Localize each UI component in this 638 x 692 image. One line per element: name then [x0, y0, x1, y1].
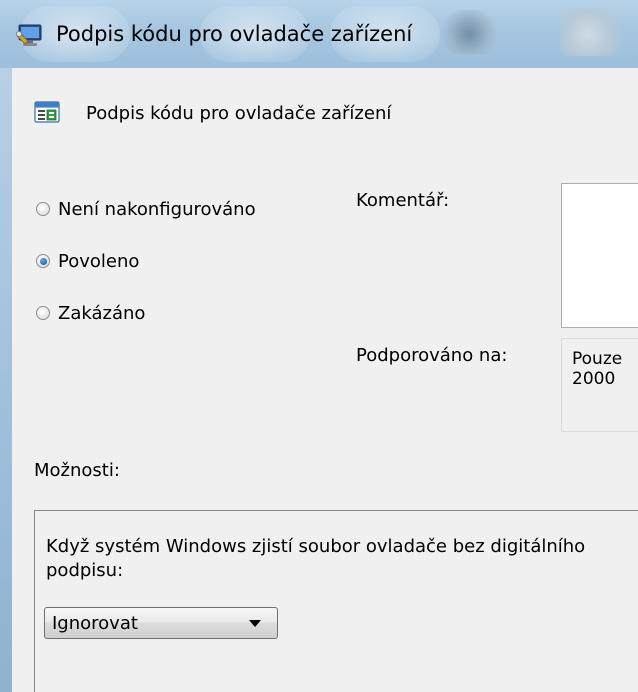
policy-setting-window: Podpis kódu pro ovladače zařízení Podpis…: [0, 0, 638, 692]
window-frame-left: [0, 68, 12, 692]
window-title: Podpis kódu pro ovladače zařízení: [56, 22, 413, 46]
radio-button[interactable]: [36, 306, 50, 320]
comment-label: Komentář:: [356, 190, 450, 211]
options-panel: Když systém Windows zjistí soubor ovlada…: [34, 510, 638, 692]
taskbar-thumbnail: [560, 8, 630, 56]
dialog-body: Podpis kódu pro ovladače zařízení Není n…: [12, 68, 638, 692]
radio-label: Není nakonfigurováno: [58, 198, 256, 220]
taskbar-thumbnail: [440, 10, 498, 54]
title-bar[interactable]: Podpis kódu pro ovladače zařízení: [0, 0, 638, 69]
radio-label: Zakázáno: [58, 302, 146, 324]
radio-not-configured[interactable]: Není nakonfigurováno: [36, 196, 256, 222]
setting-title: Podpis kódu pro ovladače zařízení: [86, 103, 392, 124]
options-description: Když systém Windows zjistí soubor ovlada…: [46, 536, 586, 581]
radio-enabled[interactable]: Povoleno: [36, 248, 139, 274]
dropdown-value: Ignorovat: [52, 612, 138, 634]
monitor-wrench-icon: [16, 24, 42, 46]
options-label: Možnosti:: [34, 460, 120, 481]
radio-button[interactable]: [36, 202, 50, 216]
radio-label: Povoleno: [58, 250, 140, 272]
radio-button[interactable]: [36, 254, 50, 268]
supported-on-field[interactable]: Pouze 2000: [561, 338, 638, 432]
supported-on-label: Podporováno na:: [356, 345, 508, 366]
policy-settings-icon: [34, 101, 60, 123]
chevron-down-icon[interactable]: [249, 619, 261, 627]
comment-field[interactable]: [561, 183, 638, 328]
unsigned-driver-action-dropdown[interactable]: Ignorovat: [44, 607, 278, 639]
radio-disabled[interactable]: Zakázáno: [36, 300, 145, 326]
